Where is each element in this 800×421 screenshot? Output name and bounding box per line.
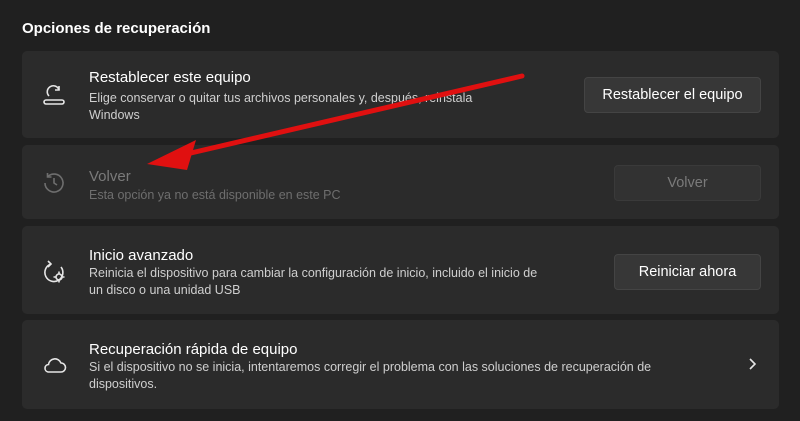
reset-pc-desc-line1: Elige conservar o quitar tus archivos pe…: [89, 91, 473, 105]
reset-pc-description: Elige conservar o quitar tus archivos pe…: [89, 90, 549, 124]
go-back-title: Volver: [89, 168, 131, 185]
cloud-icon: [40, 351, 68, 379]
advanced-startup-icon: [40, 258, 68, 286]
advanced-startup-title: Inicio avanzado: [89, 247, 194, 264]
section-title: Opciones de recuperación: [22, 20, 211, 37]
advanced-startup-desc-line2: un disco o una unidad USB: [89, 283, 241, 297]
chevron-right-icon: [749, 358, 757, 370]
restart-now-button[interactable]: Reiniciar ahora: [614, 254, 761, 290]
history-icon: [40, 169, 68, 197]
reset-pc-desc-line2: Windows: [89, 108, 140, 122]
advanced-startup-desc-line1: Reinicia el dispositivo para cambiar la …: [89, 266, 538, 280]
quick-recovery-title: Recuperación rápida de equipo: [89, 341, 298, 358]
reset-pc-button[interactable]: Restablecer el equipo: [584, 77, 761, 113]
advanced-startup-card: Inicio avanzado Reinicia el dispositivo …: [22, 226, 779, 314]
reset-pc-title: Restablecer este equipo: [89, 69, 251, 86]
reset-pc-card: Restablecer este equipo Elige conservar …: [22, 51, 779, 138]
quick-recovery-desc-line2: dispositivos.: [89, 377, 158, 391]
go-back-button[interactable]: Volver: [614, 165, 761, 201]
quick-recovery-card[interactable]: Recuperación rápida de equipo Si el disp…: [22, 320, 779, 409]
quick-recovery-desc-line1: Si el dispositivo no se inicia, intentar…: [89, 360, 652, 374]
reset-pc-icon: [40, 81, 68, 109]
go-back-card: Volver Esta opción ya no está disponible…: [22, 145, 779, 219]
quick-recovery-description: Si el dispositivo no se inicia, intentar…: [89, 359, 729, 393]
go-back-description: Esta opción ya no está disponible en est…: [89, 188, 341, 202]
advanced-startup-description: Reinicia el dispositivo para cambiar la …: [89, 265, 609, 299]
